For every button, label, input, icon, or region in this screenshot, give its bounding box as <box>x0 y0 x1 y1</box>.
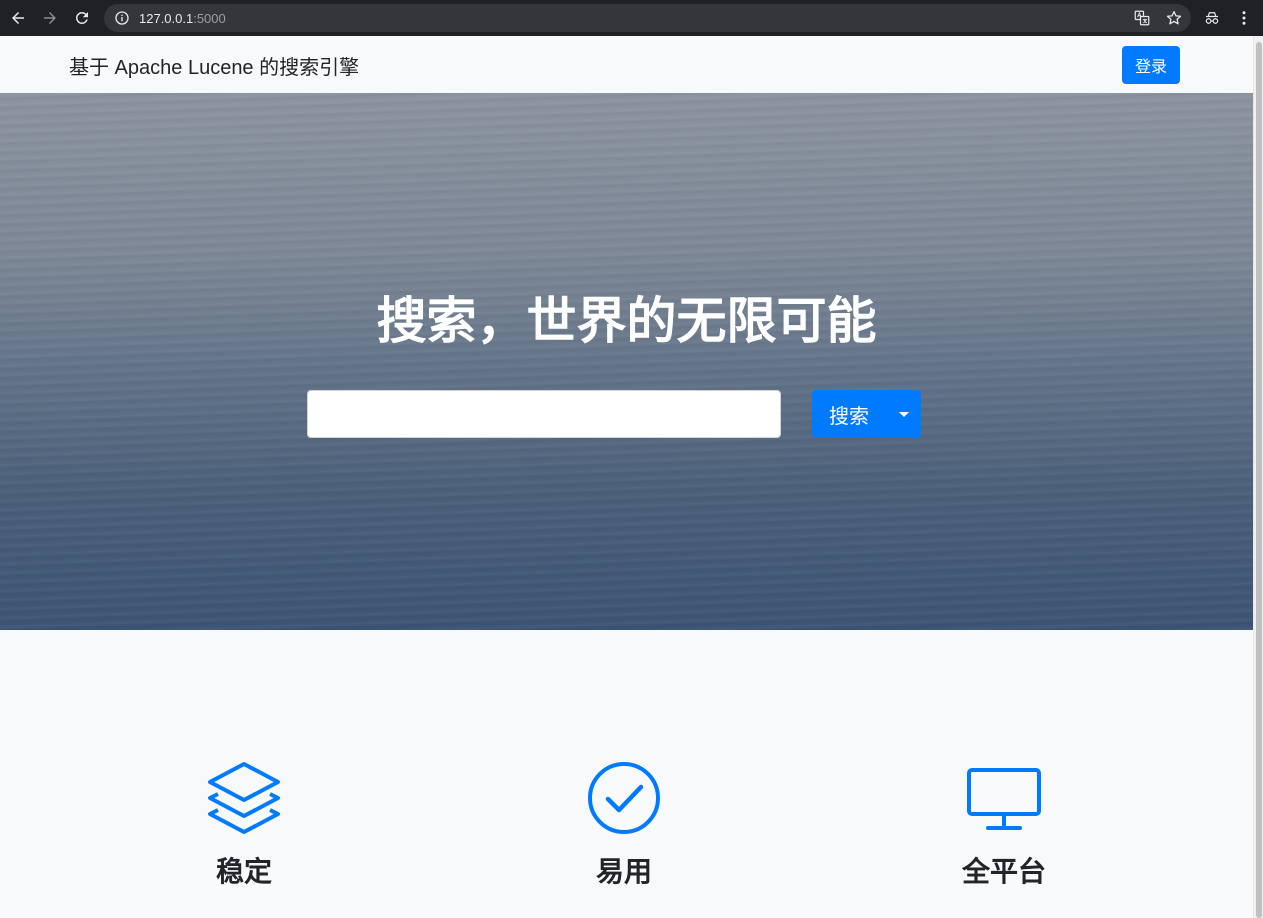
arrow-right-icon <box>44 12 56 24</box>
search-dropdown-toggle[interactable] <box>886 390 921 438</box>
star-icon[interactable] <box>1165 9 1183 27</box>
translate-icon[interactable] <box>1133 9 1151 27</box>
feature-stable: 稳定 <box>124 760 364 890</box>
sea-background <box>0 93 1253 630</box>
caret-down-icon <box>898 411 909 417</box>
search-input[interactable] <box>307 390 781 438</box>
brand-link[interactable]: 基于 Apache Lucene 的搜索引擎 <box>69 51 359 80</box>
feature-label: 稳定 <box>215 855 272 888</box>
monitor-icon <box>967 768 1041 830</box>
search-button-group: 搜索 <box>812 390 921 438</box>
url-port: :5000 <box>193 10 226 26</box>
info-icon[interactable] <box>114 10 130 26</box>
url-host: 127.0.0.1 <box>139 10 194 26</box>
check-circle-icon <box>588 762 660 834</box>
incognito-icon[interactable] <box>1203 9 1221 27</box>
login-button[interactable]: 登录 <box>1122 46 1180 84</box>
forward-button[interactable] <box>37 5 63 31</box>
page-scrollbar[interactable] <box>1253 36 1263 918</box>
kebab-menu-icon[interactable] <box>1235 9 1253 27</box>
reload-icon <box>75 11 88 24</box>
reload-button[interactable] <box>69 5 95 31</box>
back-button[interactable] <box>5 5 31 31</box>
url-text: 127.0.0.1:5000 <box>139 11 226 26</box>
layers-icon <box>208 762 280 834</box>
scrollbar-thumb[interactable] <box>1256 42 1262 918</box>
feature-easy: 易用 <box>504 760 744 890</box>
feature-cross-platform: 全平台 <box>884 760 1124 890</box>
hero-section: 搜索，世界的无限可能 搜索 <box>0 93 1253 630</box>
browser-toolbar: 127.0.0.1:5000 <box>0 0 1263 36</box>
feature-label: 易用 <box>595 855 652 888</box>
feature-label: 全平台 <box>961 855 1046 888</box>
hero-title: 搜索，世界的无限可能 <box>376 292 877 350</box>
search-button[interactable]: 搜索 <box>812 390 886 438</box>
arrow-left-icon <box>12 12 24 24</box>
address-bar[interactable]: 127.0.0.1:5000 <box>104 4 1191 32</box>
navbar: 基于 Apache Lucene 的搜索引擎 登录 <box>0 36 1253 93</box>
